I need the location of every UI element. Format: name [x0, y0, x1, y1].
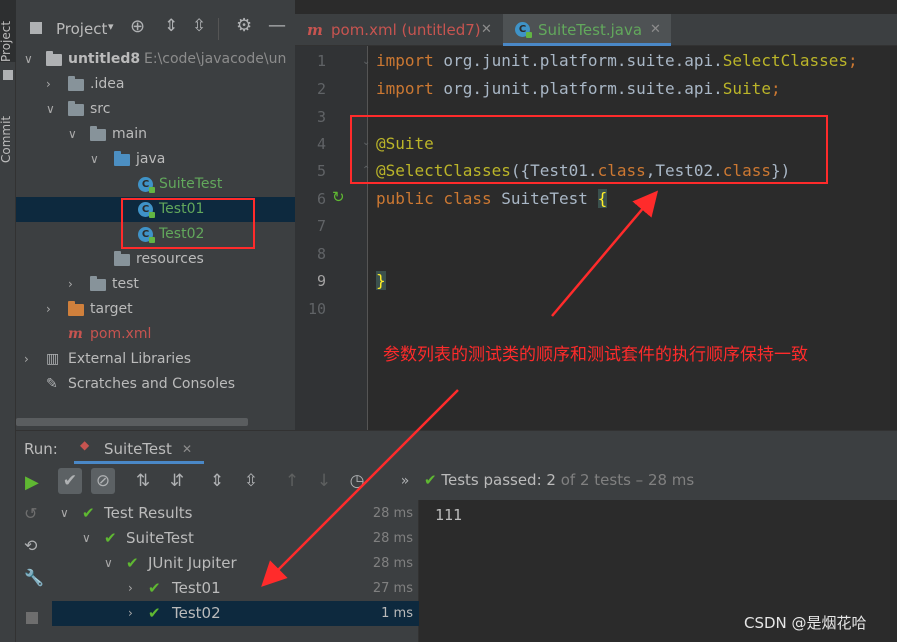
- annotation-note: 参数列表的测试类的顺序和测试套件的执行顺序保持一致: [383, 345, 808, 365]
- annotation-arrows: [261, 190, 659, 587]
- annotation-arrow-down: [261, 389, 459, 587]
- annotation-arrow-up: [551, 190, 659, 317]
- watermark: CSDN @是烟花哈: [744, 614, 867, 632]
